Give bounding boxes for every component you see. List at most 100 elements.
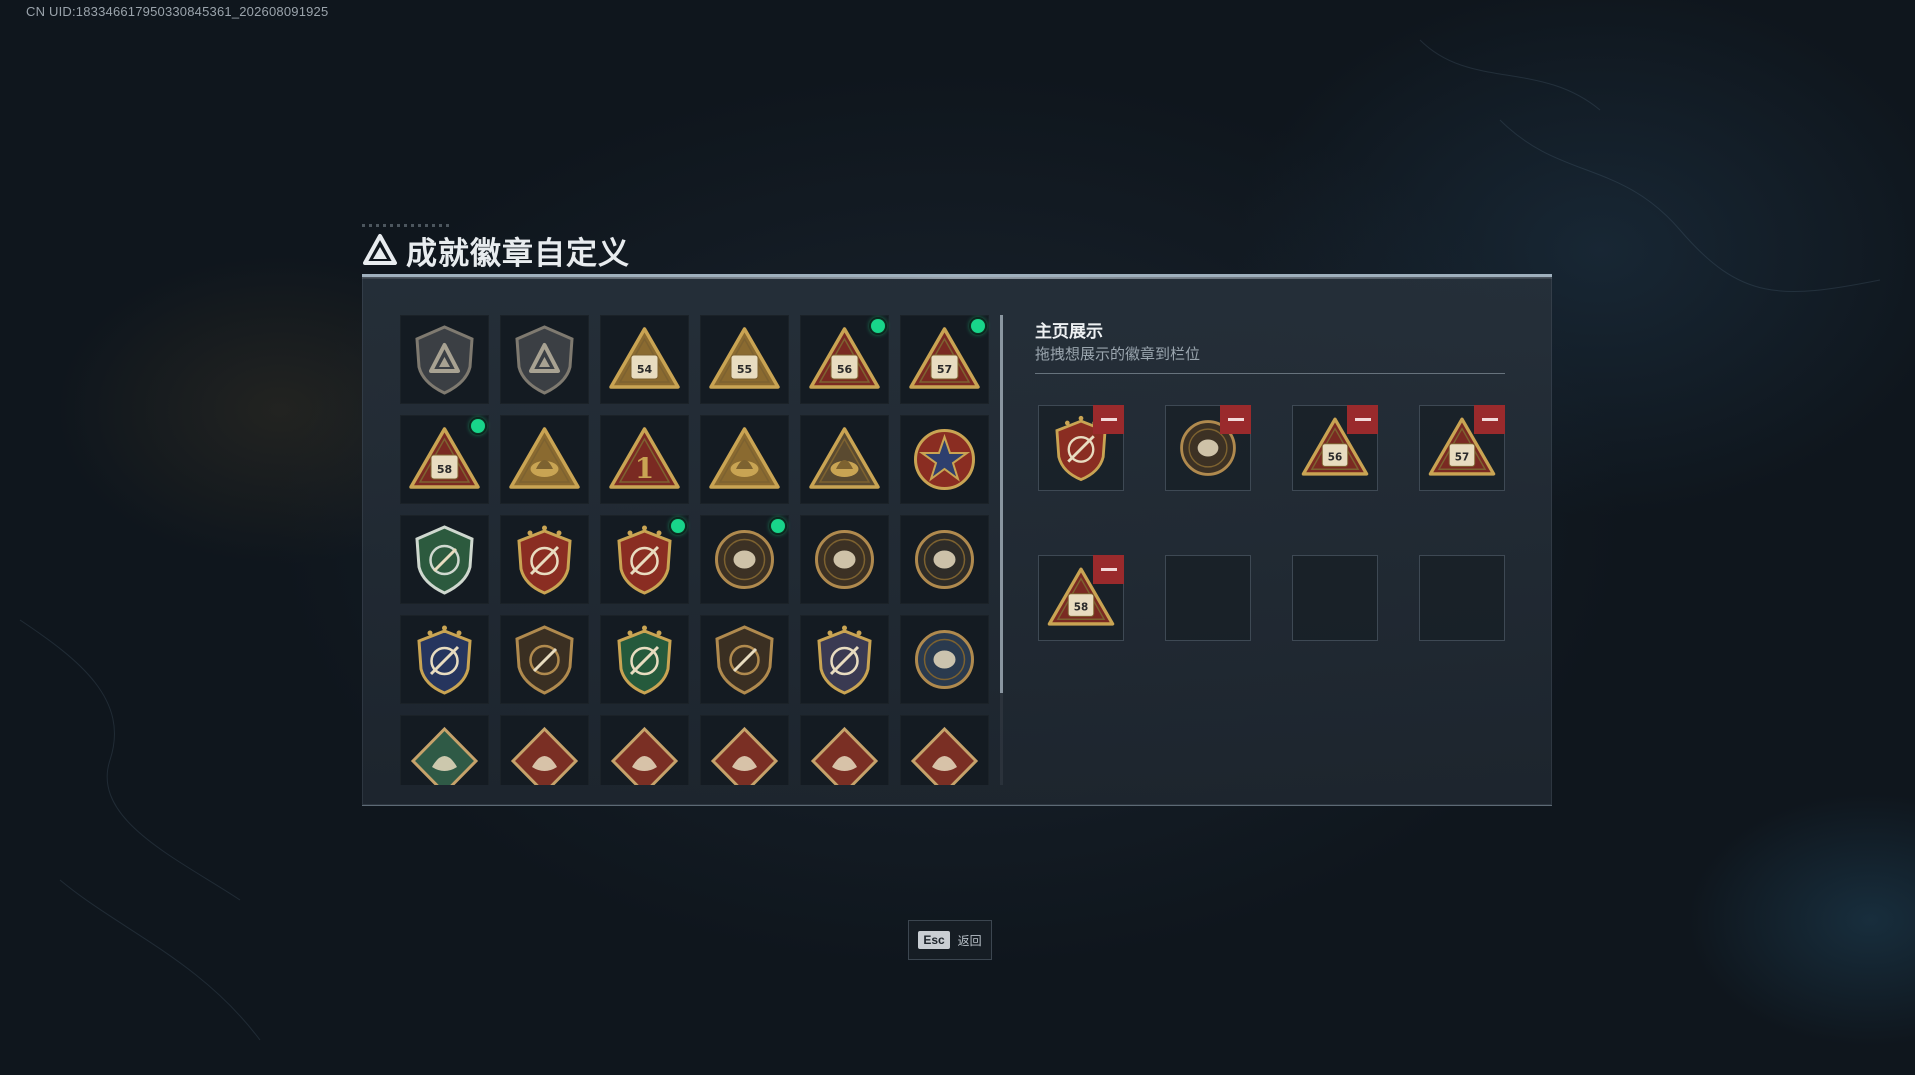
minus-icon: [1354, 418, 1371, 421]
badge-cell[interactable]: [500, 315, 589, 404]
badge-cell[interactable]: [500, 615, 589, 704]
triangle-boat-icon: [509, 427, 580, 489]
remove-badge-button[interactable]: [1220, 405, 1251, 434]
uid-text: CN UID:1833466179503308453​61_2026080919…: [26, 4, 329, 19]
svg-text:58: 58: [1074, 602, 1088, 614]
badge-cell[interactable]: 55: [700, 315, 789, 404]
title-row: 成就徽章自定义: [362, 228, 630, 272]
showcase-subtitle: 拖拽想展示的徽章到栏位: [1035, 345, 1201, 363]
green-shield-icon: [415, 525, 474, 595]
badge-cell[interactable]: [500, 515, 589, 604]
badge-cell[interactable]: [700, 415, 789, 504]
badge-cell[interactable]: 56: [800, 315, 889, 404]
new-badge-dot: [971, 319, 985, 333]
badge-cell[interactable]: [700, 715, 789, 785]
eagle-round-icon: [915, 630, 974, 689]
minus-icon: [1100, 568, 1117, 571]
badge-cell[interactable]: [800, 715, 889, 785]
badge-cell[interactable]: [700, 615, 789, 704]
back-label: 返回: [957, 933, 982, 948]
badge-cell[interactable]: 57: [900, 315, 989, 404]
badge-cell[interactable]: 1: [600, 415, 689, 504]
star-medal-icon: [914, 429, 975, 490]
svg-text:56: 56: [1328, 452, 1342, 464]
badge-grid-scrollbar[interactable]: [1000, 315, 1003, 785]
rifle-shield-bronze-icon: [515, 625, 574, 695]
svg-text:57: 57: [937, 363, 952, 376]
diamond-runner-icon: [710, 726, 779, 785]
badge-cell[interactable]: [900, 615, 989, 704]
badge-cell[interactable]: [800, 615, 889, 704]
badge-cell[interactable]: [400, 615, 489, 704]
crest-shield-icon: [517, 525, 572, 595]
showcase-slot-empty[interactable]: [1419, 555, 1505, 641]
new-badge-dot: [771, 519, 785, 533]
showcase-slot-empty[interactable]: [1292, 555, 1378, 641]
showcase-title: 主页展示: [1035, 322, 1103, 342]
round-skull-icon: [815, 530, 874, 589]
showcase-slot-filled[interactable]: 56: [1292, 405, 1378, 491]
rifle-crest-green-icon: [617, 625, 672, 695]
triangle-54-icon: 54: [609, 327, 680, 389]
diamond-dragon-icon: [510, 726, 579, 785]
diamond-rocket-icon: [410, 726, 479, 785]
svg-text:54: 54: [637, 363, 653, 376]
badge-cell[interactable]: [400, 515, 489, 604]
esc-key-hint: Esc: [918, 931, 950, 949]
badge-cell[interactable]: [900, 515, 989, 604]
svg-text:55: 55: [737, 363, 752, 376]
rifle-crest-blue-icon: [417, 625, 472, 695]
diamond-beast-icon: [810, 726, 879, 785]
diamond-dragon-2-icon: [610, 726, 679, 785]
showcase-slot-filled[interactable]: [1165, 405, 1251, 491]
badge-cell[interactable]: [800, 415, 889, 504]
badge-cell[interactable]: [800, 515, 889, 604]
triangle-55-icon: 55: [709, 327, 780, 389]
remove-badge-button[interactable]: [1474, 405, 1505, 434]
new-badge-dot: [471, 419, 485, 433]
badge-cell[interactable]: [900, 715, 989, 785]
badge-customize-panel: 54 55 56 57 58 1 主页展示 拖拽想展示的徽章到栏位 56 57 58: [362, 274, 1552, 806]
showcase-slot-empty[interactable]: [1165, 555, 1251, 641]
remove-badge-button[interactable]: [1093, 555, 1124, 584]
triangle-soldiers-icon: [809, 427, 880, 489]
back-button[interactable]: Esc 返回: [908, 920, 992, 960]
diamond-beast-2-icon: [910, 726, 979, 785]
badge-cell[interactable]: [600, 615, 689, 704]
minus-icon: [1481, 418, 1498, 421]
svg-text:58: 58: [437, 463, 452, 476]
badge-cell[interactable]: [500, 415, 589, 504]
badge-cell[interactable]: [500, 715, 589, 785]
remove-badge-button[interactable]: [1347, 405, 1378, 434]
badge-cell[interactable]: [700, 515, 789, 604]
triangle-one-icon: 1: [609, 427, 680, 489]
showcase-slot-filled[interactable]: 58: [1038, 555, 1124, 641]
badge-cell[interactable]: [900, 415, 989, 504]
svg-text:57: 57: [1455, 452, 1469, 464]
badge-cell[interactable]: 54: [600, 315, 689, 404]
new-badge-dot: [871, 319, 885, 333]
sniper-shield-icon: [715, 625, 774, 695]
showcase-slot-filled[interactable]: 57: [1419, 405, 1505, 491]
round-eye-icon: [915, 530, 974, 589]
badge-grid: 54 55 56 57 58 1: [400, 315, 1000, 785]
triangle-soldier-icon: [709, 427, 780, 489]
remove-badge-button[interactable]: [1093, 405, 1124, 434]
badge-cell[interactable]: [400, 315, 489, 404]
svg-text:56: 56: [837, 363, 853, 376]
minus-icon: [1227, 418, 1244, 421]
showcase-slot-filled[interactable]: [1038, 405, 1124, 491]
minus-icon: [1100, 418, 1117, 421]
new-badge-dot: [671, 519, 685, 533]
delta-logo-icon: [363, 234, 397, 265]
rifle-crest-gold-icon: [817, 625, 872, 695]
scrollbar-thumb[interactable]: [1000, 315, 1003, 693]
badge-cell[interactable]: [400, 715, 489, 785]
shield-triangle-icon: [415, 325, 474, 395]
badge-cell[interactable]: 58: [400, 415, 489, 504]
badge-cell[interactable]: [600, 715, 689, 785]
showcase-divider: [1035, 373, 1505, 374]
page-title: 成就徽章自定义: [406, 235, 630, 272]
svg-text:1: 1: [635, 452, 654, 485]
badge-cell[interactable]: [600, 515, 689, 604]
